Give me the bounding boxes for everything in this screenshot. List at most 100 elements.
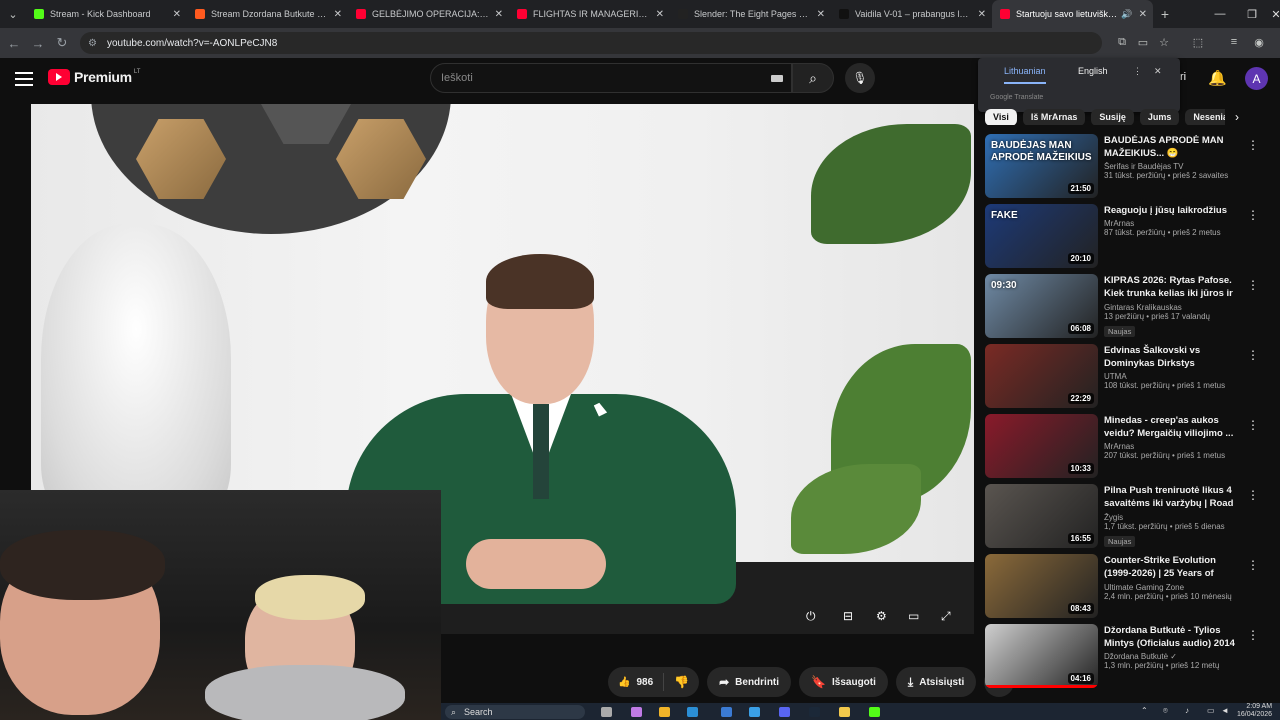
url-field[interactable]: ⚙ youtube.com/watch?v=-AONLPeCJN8 [80,32,1102,54]
mail-icon[interactable] [749,707,760,717]
channel-name[interactable]: Gintaras Kralikauskas [1104,303,1239,312]
subtitles-icon[interactable]: ⊟ [843,609,853,623]
related-video-item[interactable]: FAKE 20:10 Reaguoju į jūsų laikrodžius MrAr… [985,202,1265,272]
video-title[interactable]: Edvinas Šalkovski vs Dominykas Dirkstys [1104,344,1239,370]
video-thumbnail[interactable]: 16:55 [985,484,1098,548]
chevron-right-icon[interactable]: › [1235,110,1239,124]
channel-name[interactable]: Ultimate Gaming Zone [1104,583,1239,592]
share-button[interactable]: ➦ Bendrinti [707,667,792,697]
related-video-item[interactable]: 08:43 Counter-Strike Evolution (1999-2026… [985,552,1265,622]
create-label-partial[interactable]: ri [1180,71,1186,83]
fullscreen-icon[interactable]: ⤢ [941,609,951,624]
translate-page-icon[interactable]: ⧉ [1114,34,1130,50]
video-title[interactable]: Reaguoju į jūsų laikrodžius [1104,204,1239,217]
filter-chip[interactable]: Iš MrArnas [1022,109,1086,125]
close-tab-icon[interactable]: ✕ [978,9,986,20]
tab-6[interactable]: Startuoju savo lietuvišką la 🔊 ✕ [992,0,1153,28]
tab-5[interactable]: Vaidila V-01 – prabangus laikro ✕ [831,0,992,28]
video-title[interactable]: Counter-Strike Evolution (1999-2026) | 2… [1104,554,1239,581]
close-tab-icon[interactable]: ✕ [334,9,342,20]
file-explorer-icon[interactable] [659,707,670,717]
cast-icon[interactable]: ▭ [1135,34,1151,50]
tab-2[interactable]: GELBĖJIMO OPERACIJA: IŠTRAU ✕ [348,0,509,28]
tab-lithuanian[interactable]: Lithuanian [1004,66,1046,84]
more-options-icon[interactable]: ⋮ [1247,348,1259,362]
keyboard-icon[interactable] [771,75,783,82]
tab-0[interactable]: Stream - Kick Dashboard ✕ [26,0,187,28]
volume-icon[interactable]: ◄ [1221,706,1229,715]
close-tab-icon[interactable]: ✕ [1139,9,1147,20]
network-icon[interactable]: ⌾ [1163,706,1168,716]
bookmark-star-icon[interactable]: ☆ [1156,34,1172,50]
tray-chevron-icon[interactable]: ⌃ [1141,706,1148,715]
video-thumbnail[interactable]: FAKE 20:10 [985,204,1098,268]
more-options-icon[interactable]: ⋮ [1247,208,1259,222]
video-thumbnail[interactable]: BAUDĖJAS MAN APRODĖ MAŽEIKIUS 21:50 [985,134,1098,198]
more-options-icon[interactable]: ⋮ [1247,418,1259,432]
minimize-icon[interactable]: — [1204,0,1236,28]
speaker-icon[interactable]: 🔊 [1121,9,1132,20]
close-tab-icon[interactable]: ✕ [173,9,181,20]
site-info-icon[interactable]: ⚙ [88,38,97,49]
close-window-icon[interactable]: ✕ [1260,0,1280,28]
tab-english[interactable]: English [1078,66,1108,76]
media-control-icon[interactable]: ≡ [1226,34,1242,50]
more-options-icon[interactable]: ⋮ [1247,628,1259,642]
tab-3[interactable]: FLIGHTAS IR MANAGERIS ALYTI ✕ [509,0,670,28]
filter-chip[interactable]: Visi [985,109,1017,125]
mic-icon[interactable]: ♪ [1185,706,1189,715]
store-icon[interactable] [721,707,732,717]
task-view-icon[interactable] [601,707,612,717]
related-video-item[interactable]: 16:55 Pilna Push treniruotė likus 4 savai… [985,482,1265,552]
video-thumbnail[interactable]: 22:29 [985,344,1098,408]
chrome-icon[interactable] [839,707,850,717]
steam-icon[interactable] [809,707,820,717]
settings-gear-icon[interactable]: ⚙ [876,609,887,623]
channel-name[interactable]: MrArnas [1104,442,1239,451]
like-button[interactable]: 👍 986 [608,673,665,691]
new-tab-button[interactable]: + [1153,6,1177,22]
forward-icon[interactable]: → [26,36,50,51]
video-title[interactable]: Minedas - creep'as aukos veidu? Mergaiči… [1104,414,1239,440]
display-icon[interactable]: ▭ [1207,706,1215,715]
video-thumbnail[interactable]: 08:43 [985,554,1098,618]
related-video-item[interactable]: BAUDĖJAS MAN APRODĖ MAŽEIKIUS 21:50 BAUDĖJ… [985,132,1265,202]
tab-4[interactable]: Slender: The Eight Pages - Dov ✕ [670,0,831,28]
video-title[interactable]: Džordana Butkutė - Tylios Mintys (Oficia… [1104,624,1239,650]
search-input[interactable]: Ieškoti [430,63,792,93]
back-icon[interactable]: ← [2,36,26,51]
related-video-item[interactable]: 04:16 Džordana Butkutė - Tylios Mintys (O… [985,622,1265,692]
filter-chip[interactable]: Susiję [1091,109,1134,125]
more-options-icon[interactable]: ⋮ [1247,278,1259,292]
video-thumbnail[interactable]: 09:30 06:08 [985,274,1098,338]
video-title[interactable]: BAUDĖJAS APRODĖ MAN MAŽEIKIUS... 😁 [1104,134,1239,160]
avatar[interactable]: A [1245,67,1268,90]
related-video-item[interactable]: 10:33 Minedas - creep'as aukos veidu? Mer… [985,412,1265,482]
taskbar-search[interactable]: ⌕ Search [445,705,585,719]
miniplayer-icon[interactable]: ▭ [908,609,919,623]
download-button[interactable]: ⤓ Atsisiųsti [895,667,977,697]
extensions-icon[interactable]: ⬚ [1190,34,1206,50]
taskbar-clock[interactable]: 2:09 AM 16/04/2026 [1237,703,1272,719]
channel-name[interactable]: Šerifas ir Baudėjas TV [1104,162,1239,171]
copilot-icon[interactable] [631,707,642,717]
close-tab-icon[interactable]: ✕ [656,9,664,20]
translate-options-icon[interactable]: ⋮ [1133,66,1142,77]
video-thumbnail[interactable]: 04:16 [985,624,1098,688]
menu-icon[interactable] [15,72,33,86]
video-title[interactable]: KIPRAS 2026: Rytas Pafose. Kiek trunka k… [1104,274,1239,301]
dislike-button[interactable]: 👎 [664,675,699,689]
edge-icon[interactable] [687,707,698,717]
filter-chip[interactable]: Neseniai [1185,109,1225,125]
close-tab-icon[interactable]: ✕ [495,9,503,20]
save-button[interactable]: 🔖 Išsaugoti [799,667,888,697]
channel-name[interactable]: Žygis [1104,513,1239,522]
video-title[interactable]: Pilna Push treniruotė likus 4 savaitėms … [1104,484,1239,511]
related-video-item[interactable]: 09:30 06:08 KIPRAS 2026: Rytas Pafose. Kie… [985,272,1265,342]
youtube-logo[interactable]: Premium LT [48,69,140,85]
filter-chip[interactable]: Jums [1139,109,1180,125]
close-tab-icon[interactable]: ✕ [817,9,825,20]
autoplay-toggle[interactable]: ⏻ [806,609,816,624]
video-thumbnail[interactable]: 10:33 [985,414,1098,478]
channel-name[interactable]: UTMA [1104,372,1239,381]
